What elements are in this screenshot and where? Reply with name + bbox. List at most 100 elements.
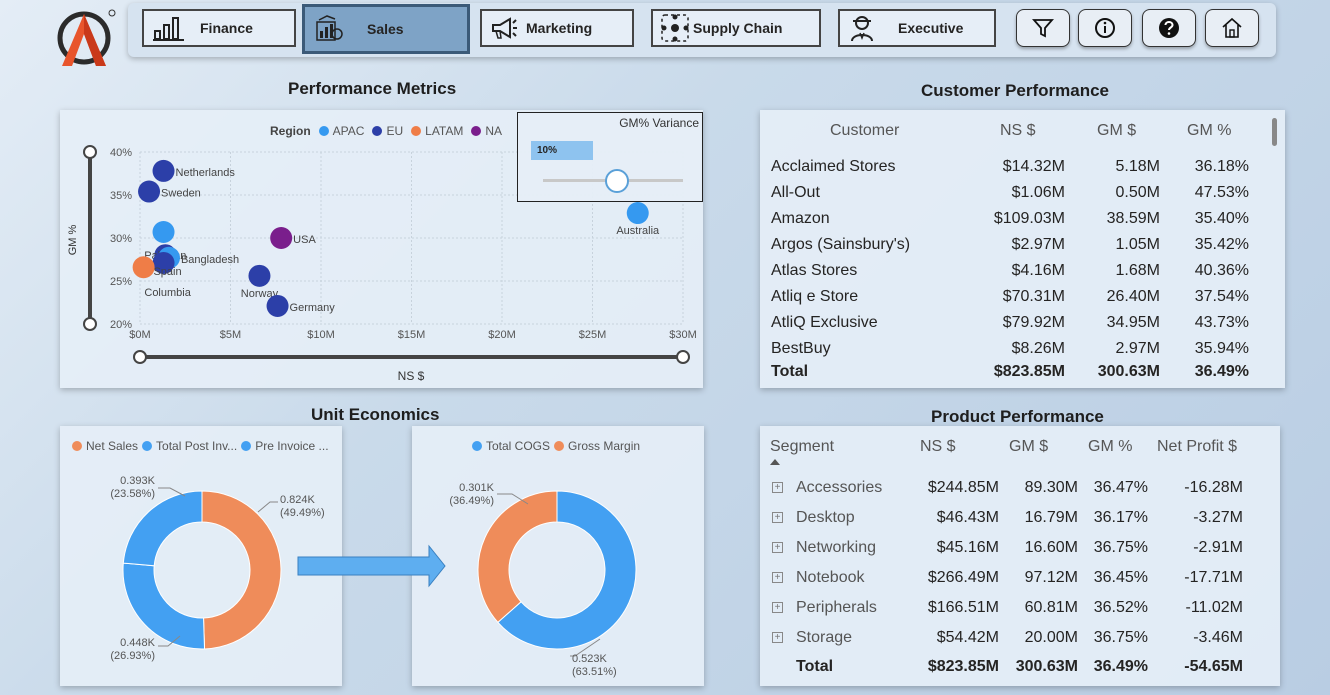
- customer-value-cell: 2.97M: [1115, 340, 1160, 357]
- gm-variance-handle[interactable]: [605, 169, 629, 193]
- segment-name-cell[interactable]: Peripherals: [796, 599, 877, 617]
- segment-value-cell: -11.02M: [1185, 599, 1243, 616]
- executive-icon: [851, 16, 873, 42]
- x-tick-label: $5M: [220, 329, 241, 341]
- segment-value-cell: -3.27M: [1193, 509, 1243, 526]
- customer-table-scrollbar[interactable]: [1272, 118, 1277, 146]
- customer-name-cell[interactable]: Atlas Stores: [771, 262, 857, 280]
- bar-chart-icon: [153, 17, 184, 41]
- customer-value-cell: 34.95M: [1106, 314, 1160, 331]
- segment-name-cell[interactable]: Desktop: [796, 509, 855, 527]
- customer-performance-title: Customer Performance: [921, 81, 1110, 100]
- product-header-ns[interactable]: NS $: [920, 438, 956, 456]
- help-button[interactable]: [1142, 9, 1196, 47]
- scatter-point-label: USA: [293, 234, 316, 246]
- customer-header-gm[interactable]: GM $: [1097, 122, 1136, 140]
- unit-economics-title: Unit Economics: [311, 405, 440, 424]
- segment-value-cell: -17.71M: [1184, 569, 1243, 586]
- customer-value-cell: 0.50M: [1115, 184, 1160, 201]
- expand-row-icon[interactable]: +: [772, 542, 783, 553]
- product-table: Segment NS $ GM $ GM % Net Profit $ + Acc…: [760, 426, 1280, 686]
- customer-header-gm-pct[interactable]: GM %: [1187, 122, 1231, 140]
- product-total-label: Total: [796, 658, 834, 675]
- customer-name-cell[interactable]: BestBuy: [771, 340, 831, 358]
- nav-sales-label: Sales: [367, 21, 404, 37]
- customer-value-cell: 36.18%: [1194, 158, 1249, 175]
- nav-marketing-button[interactable]: Marketing: [480, 9, 634, 47]
- nav-finance-button[interactable]: Finance: [142, 9, 296, 47]
- donut-value-label: 0.448K: [120, 637, 156, 649]
- product-header-net-profit[interactable]: Net Profit $: [1157, 438, 1237, 456]
- x-tick-label: $10M: [307, 329, 335, 341]
- gm-variance-input[interactable]: 10%: [531, 141, 593, 160]
- product-total-value: 36.49%: [1093, 658, 1148, 675]
- segment-value-cell: 16.60M: [1024, 539, 1078, 556]
- customer-value-cell: 40.36%: [1194, 262, 1249, 279]
- customer-name-cell[interactable]: All-Out: [771, 184, 820, 202]
- expand-row-icon[interactable]: +: [772, 632, 783, 643]
- x-tick-label: $0M: [129, 329, 150, 341]
- nav-finance-label: Finance: [200, 20, 253, 36]
- scatter-point-label: Columbia: [144, 287, 191, 299]
- scatter-point: [138, 180, 161, 203]
- customer-total-value: 36.49%: [1194, 363, 1249, 380]
- expand-row-icon[interactable]: +: [772, 572, 783, 583]
- donut-slice: [201, 490, 282, 650]
- segment-value-cell: 97.12M: [1024, 569, 1078, 586]
- product-header-gm[interactable]: GM $: [1009, 438, 1048, 456]
- donut-value-label: 0.393K: [120, 475, 156, 487]
- product-header-segment[interactable]: Segment: [770, 438, 834, 456]
- customer-name-cell[interactable]: Argos (Sainsbury's): [771, 236, 910, 254]
- donut-slice: [477, 490, 558, 624]
- scatter-point-label: Netherlands: [176, 167, 236, 179]
- customer-value-cell: $14.32M: [1002, 158, 1065, 175]
- customer-name-cell[interactable]: Acclaimed Stores: [771, 158, 896, 176]
- gm-variance-value: 10%: [537, 145, 558, 156]
- segment-value-cell: 36.17%: [1093, 509, 1148, 526]
- nav-executive-button[interactable]: Executive: [838, 9, 996, 47]
- customer-value-cell: 26.40M: [1106, 288, 1160, 305]
- navbar: Finance Sales Marketing Supply Chain Exe…: [128, 3, 1276, 57]
- x-range-slider-handle-right: [676, 350, 690, 364]
- product-performance-title: Product Performance: [931, 407, 1104, 426]
- customer-value-cell: $2.97M: [1011, 236, 1065, 253]
- nav-supply-chain-button[interactable]: Supply Chain: [651, 9, 821, 47]
- donut-percent-label: (63.51%): [572, 666, 617, 678]
- segment-value-cell: 60.81M: [1024, 599, 1078, 616]
- customer-header-ns[interactable]: NS $: [1000, 122, 1036, 140]
- donut-value-label: 0.301K: [459, 482, 495, 494]
- segment-value-cell: 36.75%: [1093, 629, 1148, 646]
- segment-value-cell: $46.43M: [936, 509, 999, 526]
- gm-variance-slicer: GM% Variance 10%: [517, 112, 703, 202]
- y-tick-label: 30%: [110, 233, 132, 245]
- segment-value-cell: -3.46M: [1193, 629, 1243, 646]
- customer-value-cell: $70.31M: [1002, 288, 1065, 305]
- customer-name-cell[interactable]: Amazon: [771, 210, 830, 228]
- donut-percent-label: (49.49%): [280, 507, 325, 519]
- customer-name-cell[interactable]: Atliq e Store: [771, 288, 858, 306]
- customer-name-cell[interactable]: AtliQ Exclusive: [771, 314, 878, 332]
- flow-arrow-icon: [297, 544, 446, 588]
- customer-total-value: $823.85M: [993, 363, 1065, 380]
- customer-header-customer[interactable]: Customer: [830, 122, 899, 140]
- segment-name-cell[interactable]: Networking: [796, 539, 876, 557]
- expand-row-icon[interactable]: +: [772, 482, 783, 493]
- scatter-point-label: Australia: [616, 225, 660, 237]
- x-axis-label: NS $: [398, 369, 425, 383]
- segment-value-cell: $266.49M: [927, 569, 999, 586]
- segment-name-cell[interactable]: Storage: [796, 629, 852, 647]
- nav-sales-button[interactable]: Sales: [302, 4, 470, 54]
- product-header-gm-pct[interactable]: GM %: [1088, 438, 1132, 456]
- segment-name-cell[interactable]: Accessories: [796, 479, 882, 497]
- expand-row-icon[interactable]: +: [772, 602, 783, 613]
- segment-name-cell[interactable]: Notebook: [796, 569, 865, 587]
- info-button[interactable]: [1078, 9, 1132, 47]
- expand-row-icon[interactable]: +: [772, 512, 783, 523]
- donut-value-label: 0.824K: [280, 494, 316, 506]
- nav-marketing-label: Marketing: [526, 20, 593, 36]
- filter-button[interactable]: [1016, 9, 1070, 47]
- home-button[interactable]: [1205, 9, 1259, 47]
- y-range-slider-handle-top: [83, 145, 97, 159]
- x-tick-label: $30M: [669, 329, 697, 341]
- nav-executive-label: Executive: [898, 20, 964, 36]
